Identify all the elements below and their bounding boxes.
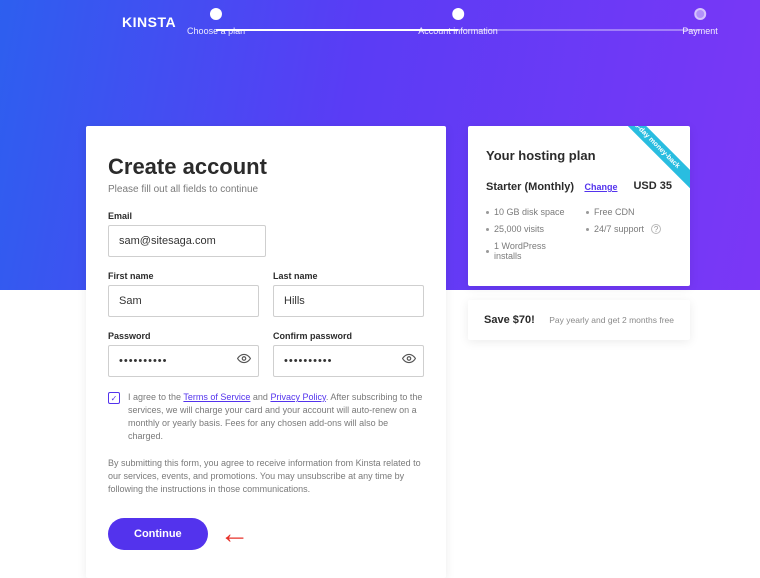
email-field[interactable] xyxy=(108,225,266,257)
change-plan-link[interactable]: Change xyxy=(584,182,617,192)
marketing-note: By submitting this form, you agree to re… xyxy=(108,457,424,496)
step-dot-plan xyxy=(210,8,222,20)
eye-icon[interactable] xyxy=(402,352,416,371)
feature-item: Free CDN xyxy=(586,207,672,217)
email-label: Email xyxy=(108,211,266,221)
step-dot-payment xyxy=(694,8,706,20)
feature-item: 10 GB disk space xyxy=(486,207,572,217)
save-text: Pay yearly and get 2 months free xyxy=(549,315,674,325)
save-heading: Save $70! xyxy=(484,314,535,326)
last-name-field[interactable] xyxy=(273,285,424,317)
agree-text: I agree to the Terms of Service and Priv… xyxy=(128,391,424,443)
confirm-password-label: Confirm password xyxy=(273,331,424,341)
step-label-account: Account information xyxy=(418,26,498,36)
first-name-field[interactable] xyxy=(108,285,259,317)
eye-icon[interactable] xyxy=(237,352,251,371)
step-dot-account xyxy=(452,8,464,20)
privacy-link[interactable]: Privacy Policy xyxy=(270,392,325,402)
save-banner[interactable]: Save $70! Pay yearly and get 2 months fr… xyxy=(468,300,690,340)
feature-item: 24/7 support? xyxy=(586,224,672,234)
feature-item: 25,000 visits xyxy=(486,224,572,234)
step-label-payment: Payment xyxy=(682,26,718,36)
agree-checkbox[interactable]: ✓ xyxy=(108,392,120,404)
tos-link[interactable]: Terms of Service xyxy=(183,392,250,402)
last-name-label: Last name xyxy=(273,271,424,281)
plan-price: USD 35 xyxy=(633,180,672,192)
password-label: Password xyxy=(108,331,259,341)
create-account-card: Create account Please fill out all field… xyxy=(86,126,446,578)
brand-logo: KINSTA xyxy=(122,14,176,30)
hosting-plan-card: 30-day money-back Your hosting plan Star… xyxy=(468,126,690,286)
plan-heading: Your hosting plan xyxy=(486,148,672,163)
feature-item: 1 WordPress installs xyxy=(486,241,572,261)
page-subtitle: Please fill out all fields to continue xyxy=(108,184,424,195)
arrow-annotation-icon: ← xyxy=(220,519,250,549)
continue-button[interactable]: Continue xyxy=(108,518,208,550)
step-label-plan: Choose a plan xyxy=(187,26,245,36)
plan-name: Starter (Monthly) xyxy=(486,181,574,193)
first-name-label: First name xyxy=(108,271,259,281)
info-icon[interactable]: ? xyxy=(651,224,661,234)
page-title: Create account xyxy=(108,154,424,180)
